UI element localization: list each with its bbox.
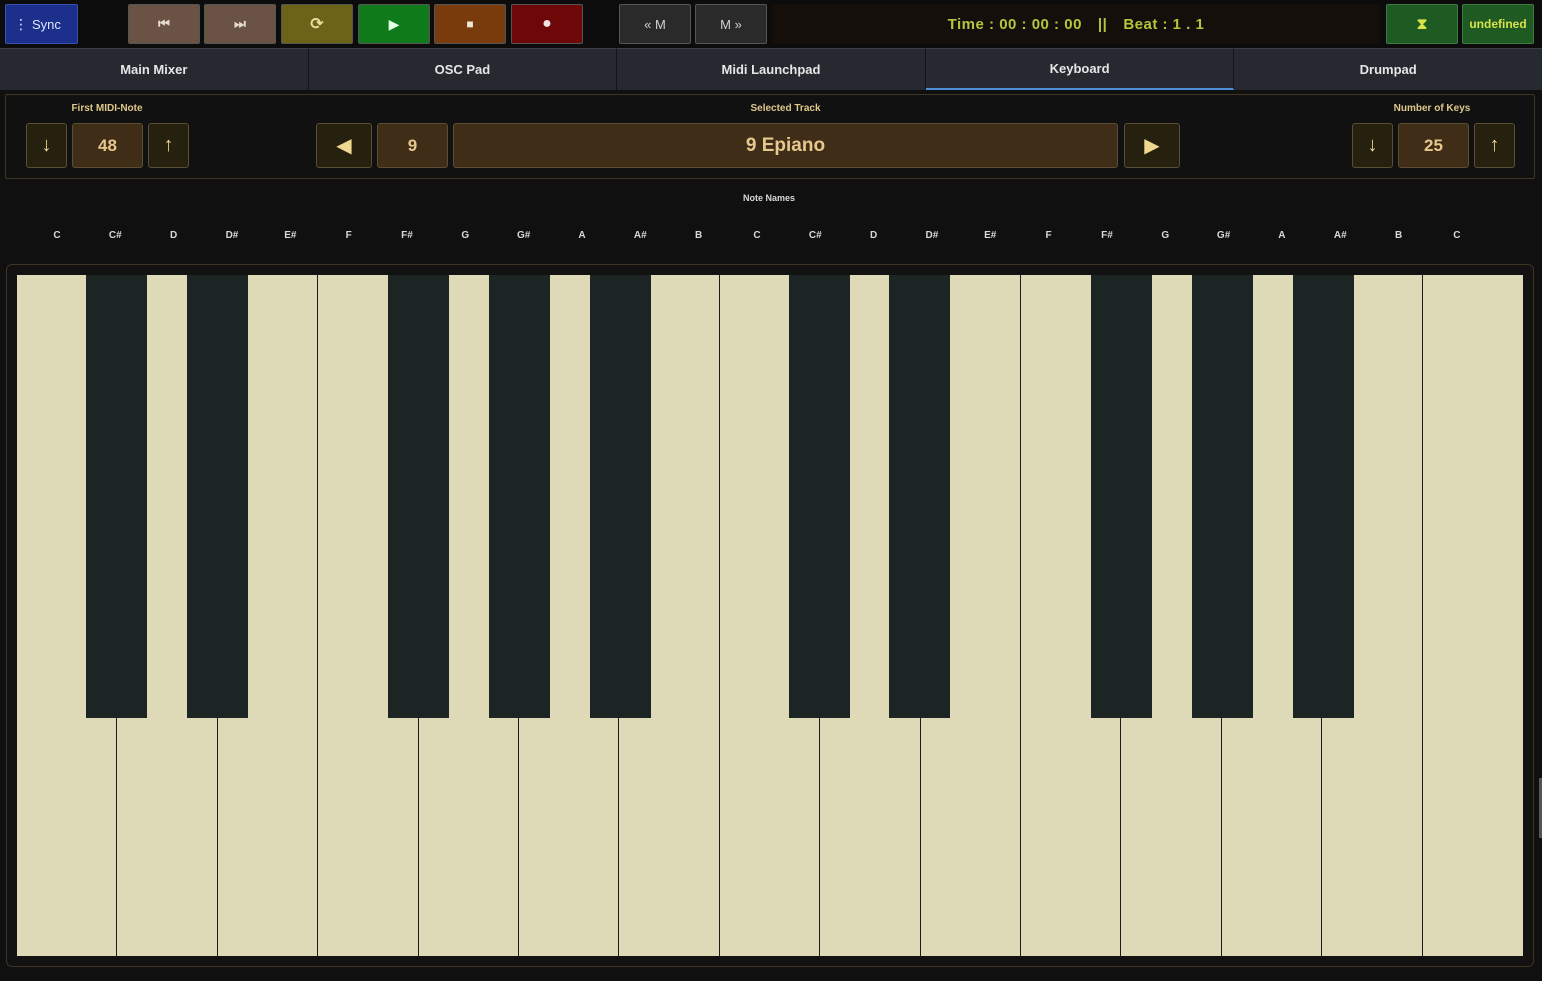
stop-button[interactable]: ■ — [434, 4, 506, 44]
triangle-right-icon: ▶ — [1144, 135, 1160, 157]
note-name-label: F — [345, 230, 352, 241]
tab-osc-pad[interactable]: OSC Pad — [308, 48, 618, 90]
note-name-label: C# — [108, 230, 122, 241]
stop-icon: ■ — [466, 17, 474, 31]
black-key[interactable] — [889, 275, 951, 718]
loop-button[interactable]: ⟳ — [281, 4, 353, 44]
note-name-label: A — [1278, 230, 1286, 241]
note-name-label: B — [1394, 230, 1403, 241]
black-key[interactable] — [789, 275, 851, 718]
arrow-up-icon: ↑ — [1489, 134, 1500, 156]
play-icon: ▶ — [388, 15, 400, 32]
skip-back-icon: ⏮ — [158, 16, 170, 31]
skip-forward-button[interactable]: ⏭ — [204, 4, 276, 44]
note-name-label: D — [170, 230, 178, 241]
note-name-label: F# — [401, 230, 413, 241]
tab-drumpad[interactable]: Drumpad — [1234, 48, 1542, 90]
tab-keyboard[interactable]: Keyboard — [925, 48, 1235, 90]
black-key[interactable] — [488, 275, 550, 718]
kebab-menu-icon: ⋮ — [14, 16, 28, 32]
black-key[interactable] — [86, 275, 148, 718]
previous-track-button[interactable]: ◀ — [316, 123, 372, 168]
tab-bar: Main Mixer OSC Pad Midi Launchpad Keyboa… — [0, 48, 1542, 90]
note-name-label: E# — [284, 230, 297, 241]
loop-icon: ⟳ — [310, 16, 324, 33]
skip-forward-icon: ⏭ — [234, 16, 246, 31]
arrow-down-icon: ↓ — [1367, 134, 1378, 156]
piano-keyboard — [17, 275, 1523, 956]
note-name-label: G — [461, 230, 470, 241]
previous-marker-button[interactable]: « M — [619, 4, 691, 44]
skip-back-button[interactable]: ⏮ — [128, 4, 200, 44]
transport-bar: ⋮ Sync ⏮ ⏭ ⟳ ▶ ■ ● « M M » Time : 00 : 0… — [0, 0, 1542, 48]
status-button[interactable]: undefined — [1462, 4, 1534, 44]
note-name-label: F — [1045, 230, 1052, 241]
number-of-keys-label: Number of Keys — [1393, 103, 1471, 114]
number-of-keys-value: 25 — [1398, 123, 1469, 168]
black-key[interactable] — [186, 275, 248, 718]
tab-main-mixer[interactable]: Main Mixer — [0, 48, 309, 90]
next-track-button[interactable]: ▶ — [1124, 123, 1180, 168]
triangle-left-icon: ◀ — [336, 135, 352, 157]
note-name-label: A# — [1333, 230, 1347, 241]
keys-down-button[interactable]: ↓ — [1352, 123, 1393, 168]
black-key[interactable] — [388, 275, 450, 718]
note-name-label: C# — [808, 230, 822, 241]
note-name-label: G# — [1216, 230, 1231, 241]
black-key[interactable] — [590, 275, 652, 718]
note-names-title: Note Names — [742, 193, 796, 203]
arrow-down-icon: ↓ — [41, 134, 52, 156]
first-midi-note-value: 48 — [72, 123, 143, 168]
note-name-label: G — [1161, 230, 1170, 241]
note-name-label: D# — [925, 230, 939, 241]
hourglass-icon: ⧗ — [1416, 15, 1428, 33]
black-key[interactable] — [1091, 275, 1153, 718]
previous-marker-label: « M — [644, 16, 666, 32]
note-name-label: D# — [225, 230, 239, 241]
selected-track-label: Selected Track — [750, 103, 821, 114]
next-marker-button[interactable]: M » — [695, 4, 767, 44]
sync-label: Sync — [32, 16, 61, 32]
time-beat-display: Time : 00 : 00 : 00 || Beat : 1 . 1 — [772, 4, 1380, 44]
selected-track-name: 9 Epiano — [453, 123, 1118, 168]
note-name-label: C — [53, 230, 61, 241]
selected-track-number: 9 — [377, 123, 448, 168]
note-name-label: A# — [633, 230, 647, 241]
time-readout: Time : 00 : 00 : 00 — [947, 15, 1082, 33]
note-name-label: E# — [984, 230, 997, 241]
note-name-label: G# — [516, 230, 531, 241]
note-name-label: A — [578, 230, 586, 241]
note-name-label: B — [695, 230, 703, 241]
next-marker-label: M » — [720, 16, 742, 32]
keys-up-button[interactable]: ↑ — [1474, 123, 1515, 168]
first-note-down-button[interactable]: ↓ — [26, 123, 67, 168]
note-name-label: D — [869, 230, 878, 241]
sync-button[interactable]: ⋮ Sync — [5, 4, 78, 44]
keyboard-controls-panel: First MIDI-Note ↓ 48 ↑ Selected Track ◀ … — [5, 94, 1535, 179]
note-name-label: C — [1453, 230, 1461, 241]
arrow-up-icon: ↑ — [163, 134, 174, 156]
white-key[interactable] — [1422, 275, 1523, 956]
tab-midi-launchpad[interactable]: Midi Launchpad — [617, 48, 926, 90]
record-button[interactable]: ● — [511, 4, 583, 44]
note-name-label: C — [753, 230, 761, 241]
status-label: undefined — [1469, 17, 1527, 31]
timer-button[interactable]: ⧗ — [1386, 4, 1458, 44]
first-midi-note-label: First MIDI-Note — [71, 103, 143, 114]
display-separator: || — [1097, 15, 1108, 33]
record-icon: ● — [542, 15, 552, 32]
black-key[interactable] — [1293, 275, 1355, 718]
note-name-label: F# — [1101, 230, 1113, 241]
black-key[interactable] — [1191, 275, 1253, 718]
first-note-up-button[interactable]: ↑ — [148, 123, 189, 168]
play-button[interactable]: ▶ — [358, 4, 430, 44]
beat-readout: Beat : 1 . 1 — [1123, 15, 1205, 33]
